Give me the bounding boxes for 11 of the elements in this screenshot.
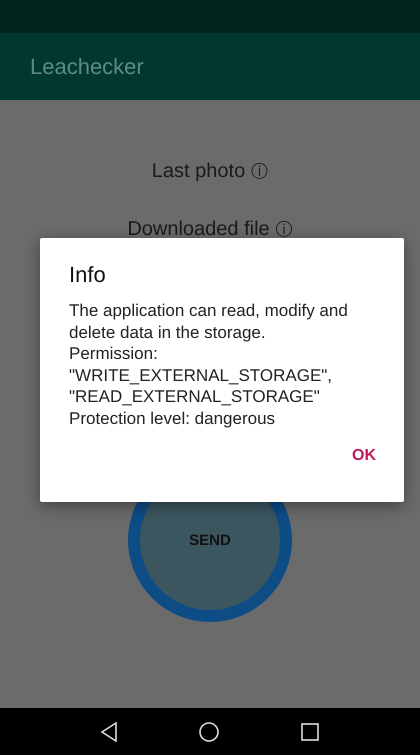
dialog-title: Info — [69, 262, 107, 288]
home-icon[interactable] — [199, 722, 219, 742]
dialog-message: The application can read, modify and delete data in the storage. Permission: "WRITE_EXTERNAL_STORAGE", "READ_EXTERNAL_STORAGE" Protection level: dangerous — [69, 300, 349, 429]
info-icon[interactable]: ⓘ — [276, 218, 293, 240]
item-label: Last photo — [152, 160, 246, 182]
app-title: Leachecker — [30, 54, 144, 80]
recents-icon[interactable] — [301, 722, 319, 740]
back-icon[interactable] — [101, 722, 117, 742]
ok-button[interactable]: OK — [344, 441, 384, 471]
info-icon[interactable]: ⓘ — [251, 160, 268, 182]
item-label: Downloaded file — [127, 218, 270, 240]
